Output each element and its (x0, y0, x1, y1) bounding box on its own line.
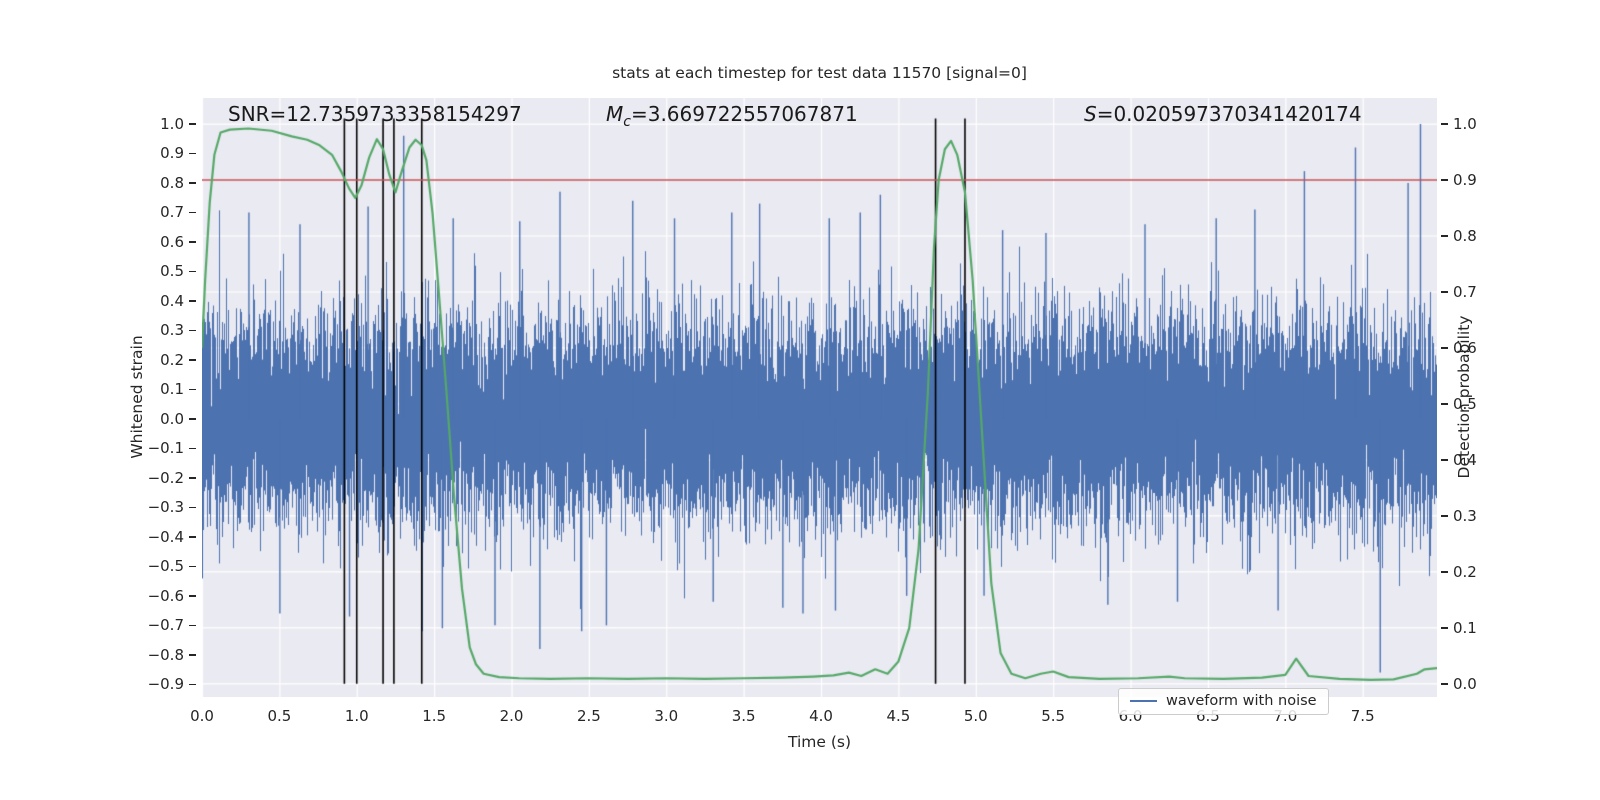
y-tick-label-left: 0.3 (160, 321, 184, 340)
y-tick-label-right: 1.0 (1453, 115, 1477, 134)
x-tick-label: 3.0 (654, 707, 679, 725)
y-tick-mark-left (189, 270, 196, 273)
y-tick-label-right: 0.4 (1453, 450, 1477, 469)
y-tick-mark-right (1441, 235, 1448, 237)
y-tick-label-left: −0.1 (147, 439, 184, 458)
y-tick-label-right: 0.5 (1453, 394, 1477, 413)
y-tick-mark-left (189, 624, 196, 627)
y-tick-label-right: 0.9 (1453, 171, 1477, 189)
y-tick-mark-left (189, 300, 196, 302)
y-tick-label-left: 0.0 (160, 409, 184, 428)
x-tick-label: 0.0 (190, 707, 214, 725)
y-tick-label-left: 1.0 (160, 114, 184, 133)
y-tick-label-left: −0.3 (147, 498, 184, 517)
y-tick-label-right: 0.6 (1453, 338, 1477, 357)
mc-value: =3.669722557067871 (630, 102, 858, 126)
y-tick-mark-right (1441, 459, 1448, 461)
annotation-s-stat: S=0.020597370341420174 (1084, 102, 1362, 126)
annotation-snr: SNR=12.7359733358154297 (228, 102, 522, 126)
y-tick-mark-right (1441, 683, 1448, 685)
y-tick-label-right: 0.2 (1453, 562, 1477, 581)
s-symbol: S (1084, 102, 1097, 126)
y-tick-label-left: 0.1 (160, 380, 184, 399)
y-tick-label-left: 0.7 (160, 203, 184, 222)
y-tick-label-left: 0.9 (160, 144, 184, 163)
mc-symbol: M (606, 102, 624, 126)
y-tick-mark-left (189, 329, 196, 332)
y-tick-mark-left (189, 447, 196, 450)
y-tick-mark-left (189, 477, 196, 479)
y-tick-label-right: 0.0 (1453, 674, 1477, 693)
y-tick-label-left: −0.8 (147, 645, 184, 664)
x-tick-label: 5.5 (1041, 707, 1066, 725)
y-tick-mark-right (1441, 291, 1448, 293)
y-tick-label-right: 0.7 (1453, 282, 1477, 301)
legend-line-sample (1130, 700, 1157, 702)
y-tick-label-right: 0.3 (1453, 506, 1477, 525)
y-tick-mark-left (189, 241, 196, 243)
x-tick-label: 4.5 (886, 707, 911, 725)
y-tick-mark-left (189, 683, 196, 685)
y-tick-mark-left (189, 565, 196, 568)
y-tick-mark-left (189, 418, 196, 420)
x-tick-label: 2.0 (499, 707, 524, 725)
y-tick-label-left: −0.2 (147, 468, 184, 487)
x-tick-label: 4.0 (809, 707, 833, 725)
s-value: =0.020597370341420174 (1096, 102, 1362, 126)
legend: waveform with noise (1118, 688, 1329, 715)
mc-subscript: c (623, 114, 631, 130)
y-tick-mark-right (1441, 347, 1448, 349)
x-tick-label: 5.0 (963, 707, 988, 725)
y-tick-label-right: 0.1 (1453, 618, 1477, 637)
x-tick-label: 1.0 (344, 707, 369, 725)
y-tick-label-left: 0.5 (160, 262, 184, 281)
y-tick-mark-left (189, 536, 196, 538)
y-tick-mark-left (189, 359, 196, 361)
y-tick-mark-right (1441, 571, 1448, 573)
y-tick-label-left: −0.4 (147, 527, 184, 546)
figure: stats at each timestep for test data 115… (0, 0, 1600, 800)
y-tick-label-left: −0.7 (147, 616, 184, 635)
y-tick-mark-left (189, 182, 196, 184)
plot-canvas (202, 98, 1437, 697)
y-tick-mark-left (189, 506, 196, 509)
y-tick-mark-right (1441, 179, 1448, 181)
chart-title: stats at each timestep for test data 115… (612, 64, 1027, 82)
y-tick-label-left: −0.6 (147, 586, 184, 605)
x-tick-label: 0.5 (267, 707, 292, 725)
y-tick-mark-left (189, 211, 196, 214)
y-tick-label-right: 0.8 (1453, 226, 1477, 245)
y-tick-mark-left (189, 123, 196, 125)
y-tick-mark-right (1441, 515, 1448, 517)
y-tick-mark-right (1441, 403, 1448, 405)
plot-area (202, 98, 1437, 697)
x-tick-label: 2.5 (576, 707, 601, 725)
y-tick-label-left: −0.5 (147, 557, 184, 576)
y-tick-label-left: 0.2 (160, 350, 184, 369)
y-tick-mark-left (189, 654, 196, 656)
y-tick-label-left: 0.6 (160, 232, 184, 251)
x-axis-label: Time (s) (787, 733, 852, 751)
y-tick-mark-right (1441, 627, 1448, 629)
annotation-chirp-mass: Mc=3.669722557067871 (606, 102, 858, 130)
y-tick-mark-left (189, 152, 196, 155)
y-tick-label-left: 0.4 (160, 291, 184, 310)
x-tick-label: 1.5 (422, 707, 447, 725)
y-tick-mark-left (189, 595, 196, 597)
y-tick-mark-left (189, 388, 196, 391)
x-tick-label: 7.5 (1350, 707, 1375, 725)
y-tick-mark-right (1441, 123, 1448, 125)
legend-label: waveform with noise (1166, 693, 1317, 709)
y-tick-label-left: −0.9 (147, 675, 184, 694)
x-tick-label: 3.5 (731, 707, 756, 725)
y-tick-label-left: 0.8 (160, 173, 184, 192)
